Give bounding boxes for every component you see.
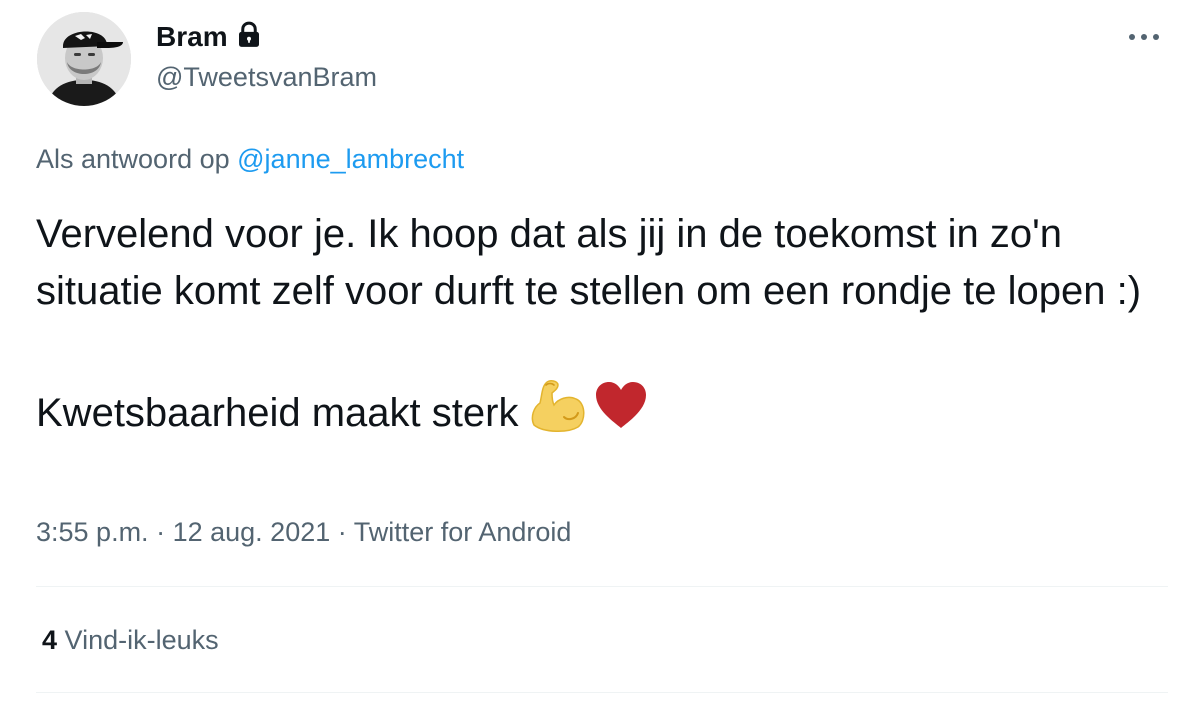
meta-separator: · xyxy=(156,517,166,547)
avatar[interactable] xyxy=(37,12,131,106)
author-name-row: Bram xyxy=(156,18,264,55)
more-button[interactable] xyxy=(1124,22,1164,52)
reply-context: Als antwoord op @janne_lambrecht xyxy=(36,142,464,176)
more-horizontal-icon xyxy=(1129,34,1159,40)
author-handle[interactable]: @TweetsvanBram xyxy=(156,60,377,94)
flexed-biceps-emoji xyxy=(528,377,588,449)
divider xyxy=(36,586,1168,587)
author-display-name[interactable]: Bram xyxy=(156,19,228,55)
reply-prefix: Als antwoord op xyxy=(36,144,230,174)
tweet-paragraph-2: Kwetsbaarheid maakt sterk xyxy=(36,390,519,435)
lock-icon xyxy=(234,18,264,55)
likes-stat[interactable]: 4 Vind-ik-leuks xyxy=(42,623,219,657)
tweet-time[interactable]: 3:55 p.m. xyxy=(36,517,149,547)
divider xyxy=(36,692,1168,693)
tweet-source-link[interactable]: Twitter for Android xyxy=(354,517,572,547)
tweet-date[interactable]: 12 aug. 2021 xyxy=(173,517,331,547)
tweet-text: Vervelend voor je. Ik hoop dat als jij i… xyxy=(36,206,1166,449)
tweet-paragraph-1: Vervelend voor je. Ik hoop dat als jij i… xyxy=(36,212,1142,313)
meta-separator: · xyxy=(337,517,347,547)
likes-count: 4 xyxy=(42,625,58,655)
tweet-detail: Bram @TweetsvanBram Als antwoord op @jan… xyxy=(0,0,1198,704)
likes-label: Vind-ik-leuks xyxy=(64,625,219,655)
avatar-image xyxy=(37,12,131,106)
red-heart-emoji xyxy=(594,380,648,446)
tweet-meta: 3:55 p.m. · 12 aug. 2021 · Twitter for A… xyxy=(36,515,571,549)
reply-mention-link[interactable]: @janne_lambrecht xyxy=(237,144,464,174)
tweet-paragraph-2-row: Kwetsbaarheid maakt sterk xyxy=(36,377,1166,449)
